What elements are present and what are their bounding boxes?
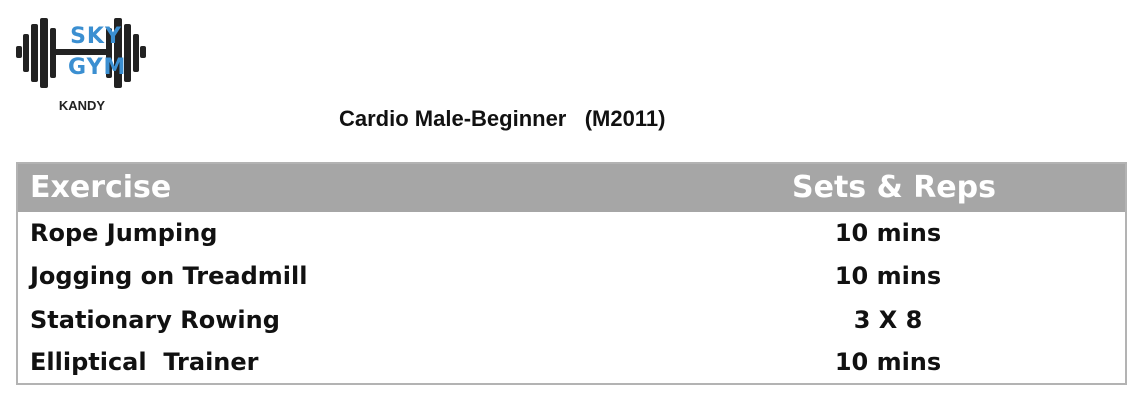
sets-reps-cell: 10 mins <box>834 262 942 290</box>
table-row: Elliptical Trainer 10 mins <box>18 341 1125 384</box>
exercise-cell: Jogging on Treadmill <box>30 262 308 290</box>
exercise-cell: Rope Jumping <box>30 219 218 247</box>
logo-word-top: SKY <box>70 24 122 49</box>
sets-reps-cell: 10 mins <box>834 219 942 247</box>
logo-city: KANDY <box>58 98 106 113</box>
gym-logo: SKY GYM KANDY <box>16 14 146 129</box>
exercise-cell: Elliptical Trainer <box>30 348 259 376</box>
logo-word-bottom: GYM <box>68 55 127 80</box>
table-row: Stationary Rowing 3 X 8 <box>18 299 1125 342</box>
sets-reps-cell: 3 X 8 <box>853 306 923 334</box>
table-row: Rope Jumping 10 mins <box>18 212 1125 255</box>
page-title: Cardio Male-Beginner (M2011) <box>339 106 666 131</box>
workout-table: Exercise Sets & Reps Rope Jumping 10 min… <box>16 162 1127 385</box>
header-sets-reps: Sets & Reps <box>792 170 996 205</box>
sets-reps-cell: 10 mins <box>834 348 942 376</box>
table-header: Exercise Sets & Reps <box>18 164 1125 212</box>
table-row: Jogging on Treadmill 10 mins <box>18 255 1125 298</box>
exercise-cell: Stationary Rowing <box>30 306 280 334</box>
header-exercise: Exercise <box>30 170 172 205</box>
